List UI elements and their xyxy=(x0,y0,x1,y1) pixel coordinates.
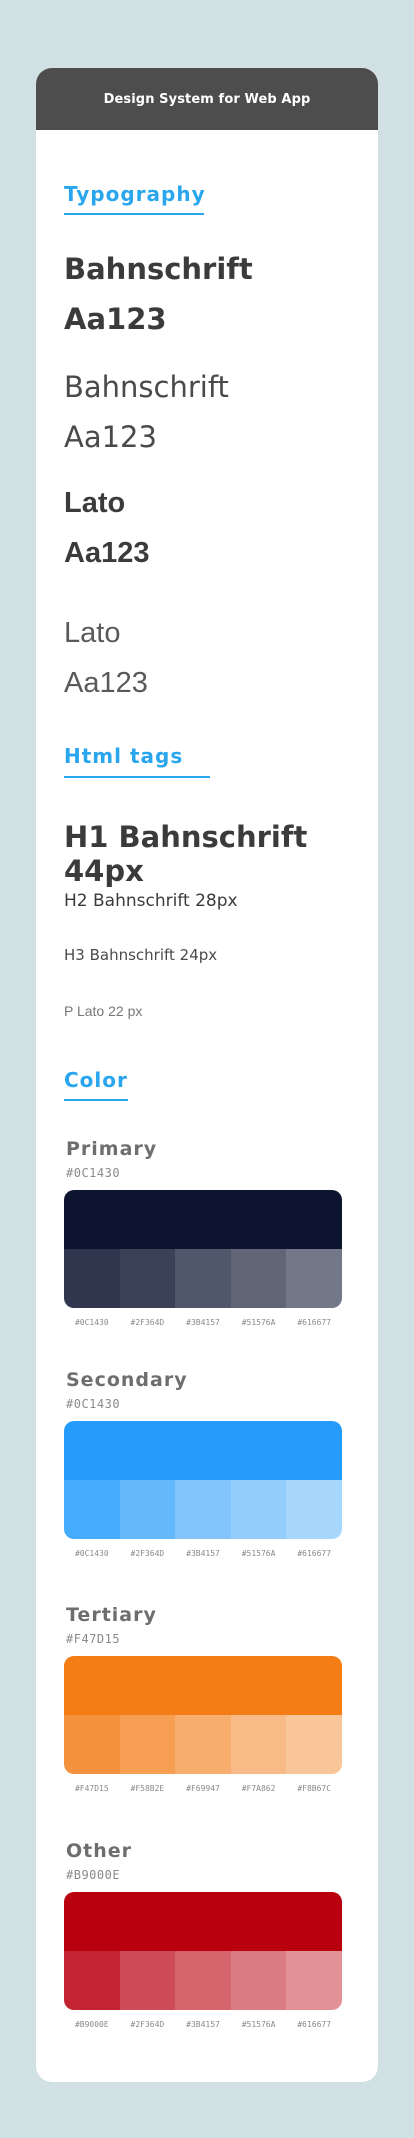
color-swatch-shade xyxy=(119,1480,176,1539)
color-swatch-main xyxy=(64,1190,342,1249)
color-group-title: Primary xyxy=(66,1138,158,1160)
color-shade-label: #0C1430 xyxy=(74,1318,109,1327)
page-header: Design System for Web App xyxy=(36,68,378,130)
font-name: Lato xyxy=(64,487,126,519)
color-shade-labels: #0C1430 #2F364D #3B4157 #51576A #616677 xyxy=(64,1318,342,1327)
color-swatch-shade xyxy=(64,1249,120,1308)
color-shade-labels: #B9000E #2F364D #3B4157 #51576A #616677 xyxy=(64,2020,342,2029)
color-swatch-shade xyxy=(64,1480,120,1539)
color-palette xyxy=(64,1190,342,1308)
color-shade-label: #2F364D xyxy=(130,2020,165,2029)
font-name: Bahnschrift xyxy=(64,370,229,404)
color-shade-labels: #F47D15 #F58B2E #F69947 #F7A862 #F8B67C xyxy=(64,1784,342,1793)
color-shade-label: #F7A862 xyxy=(241,1784,276,1793)
color-shade-label: #F47D15 xyxy=(74,1784,109,1793)
design-system-card: Design System for Web App Typography Bah… xyxy=(36,68,378,2082)
color-group-title: Other xyxy=(66,1840,133,1862)
color-shade-label: #3B4157 xyxy=(186,1549,220,1558)
typography-heading: Typography xyxy=(64,182,206,206)
font-sample-text: Aa123 xyxy=(64,302,167,336)
page-title: Design System for Web App xyxy=(103,91,311,107)
color-swatch-shade xyxy=(119,1951,176,2010)
color-group-hex: #0C1430 xyxy=(66,1397,121,1411)
color-shade-label: #F69947 xyxy=(186,1784,220,1793)
h1-sample: H1 Bahnschrift 44px xyxy=(64,820,308,888)
color-shade-label: #F8B67C xyxy=(297,1784,332,1793)
color-palette xyxy=(64,1892,342,2010)
color-swatch-shade xyxy=(119,1249,176,1308)
color-shade-label: #616677 xyxy=(297,1549,332,1558)
font-name: Lato xyxy=(64,617,121,649)
color-heading: Color xyxy=(64,1068,128,1092)
color-swatch-shade xyxy=(64,1715,120,1774)
color-swatch-main xyxy=(64,1892,342,1951)
color-shade-label: #51576A xyxy=(241,1318,276,1327)
color-group-hex: #0C1430 xyxy=(66,1166,121,1180)
font-sample-lato-bold: Lato Aa123 xyxy=(64,478,149,578)
color-shade-label: #51576A xyxy=(241,1549,276,1558)
color-swatch-shade xyxy=(230,1951,287,2010)
color-swatch-shade xyxy=(175,1951,231,2010)
color-shade-row xyxy=(64,1715,342,1774)
font-sample-text: Aa123 xyxy=(64,420,157,454)
color-shade-labels: #0C1430 #2F364D #3B4157 #51576A #616677 xyxy=(64,1549,342,1558)
color-swatch-shade xyxy=(175,1480,231,1539)
h2-sample: H2 Bahnschrift 28px xyxy=(64,891,238,911)
color-shade-label: #616677 xyxy=(297,2020,332,2029)
color-group-hex: #B9000E xyxy=(66,1868,121,1882)
color-swatch-shade xyxy=(230,1715,287,1774)
color-swatch-main xyxy=(64,1656,342,1715)
color-swatch-shade xyxy=(286,1480,342,1539)
html-tags-underline xyxy=(64,776,210,778)
color-shade-row xyxy=(64,1249,342,1308)
color-palette xyxy=(64,1421,342,1539)
font-sample-text: Aa123 xyxy=(64,667,148,699)
color-palette xyxy=(64,1656,342,1774)
color-swatch-main xyxy=(64,1421,342,1480)
color-shade-label: #B9000E xyxy=(74,2020,109,2029)
color-shade-label: #3B4157 xyxy=(186,2020,220,2029)
color-swatch-shade xyxy=(175,1715,231,1774)
color-swatch-shade xyxy=(64,1951,120,2010)
color-group-hex: #F47D15 xyxy=(66,1632,121,1646)
color-shade-label: #F58B2E xyxy=(130,1784,165,1793)
font-sample-text: Aa123 xyxy=(64,537,150,569)
color-swatch-shade xyxy=(286,1951,342,2010)
h3-sample: H3 Bahnschrift 24px xyxy=(64,946,218,964)
p-sample: P Lato 22 px xyxy=(64,1003,143,1019)
color-group-title: Secondary xyxy=(66,1369,188,1391)
color-underline xyxy=(64,1099,128,1101)
font-sample-bahnschrift-bold: Bahnschrift Aa123 xyxy=(64,244,253,344)
color-swatch-shade xyxy=(286,1249,342,1308)
font-sample-lato-light: Lato Aa123 xyxy=(64,608,148,708)
color-swatch-shade xyxy=(230,1480,287,1539)
html-tags-heading: Html tags xyxy=(64,744,184,768)
color-shade-row xyxy=(64,1480,342,1539)
typography-underline xyxy=(64,213,204,215)
color-shade-label: #2F364D xyxy=(130,1549,165,1558)
color-shade-label: #2F364D xyxy=(130,1318,165,1327)
color-shade-label: #616677 xyxy=(297,1318,332,1327)
color-shade-label: #0C1430 xyxy=(74,1549,109,1558)
color-shade-label: #3B4157 xyxy=(186,1318,220,1327)
color-shade-label: #51576A xyxy=(241,2020,276,2029)
color-swatch-shade xyxy=(119,1715,176,1774)
color-swatch-shade xyxy=(286,1715,342,1774)
color-shade-row xyxy=(64,1951,342,2010)
font-name: Bahnschrift xyxy=(64,252,253,286)
font-sample-bahnschrift-light: Bahnschrift Aa123 xyxy=(64,362,229,462)
color-group-title: Tertiary xyxy=(66,1604,157,1626)
color-swatch-shade xyxy=(175,1249,231,1308)
color-swatch-shade xyxy=(230,1249,287,1308)
